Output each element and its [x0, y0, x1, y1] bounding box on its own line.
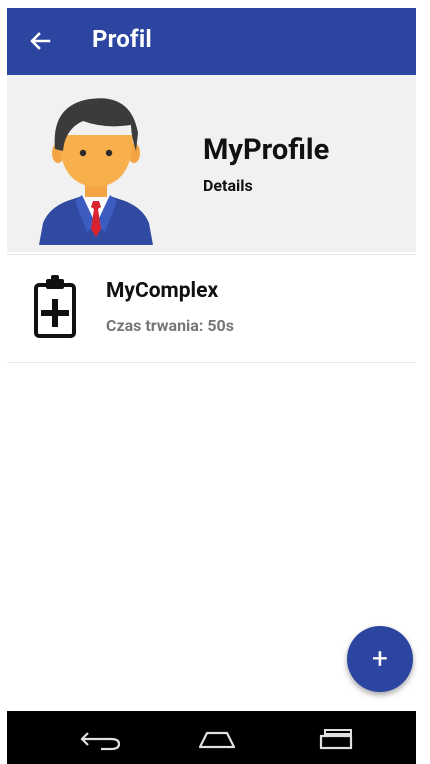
item-title: MyComplex — [106, 279, 219, 303]
arrow-left-icon — [30, 32, 51, 50]
profile-header: MyProfile Details — [7, 75, 416, 252]
nav-back-icon[interactable] — [79, 723, 123, 753]
navigation-bar — [7, 711, 416, 764]
nav-home-icon[interactable] — [195, 723, 239, 753]
person-avatar-icon — [39, 98, 153, 245]
page-title: Profil — [92, 25, 152, 53]
back-button[interactable] — [25, 26, 55, 56]
profile-details-link[interactable]: Details — [203, 176, 253, 195]
app-bar: Profil — [7, 8, 416, 75]
list-item[interactable]: MyComplex Czas trwania: 50s — [7, 254, 416, 363]
item-duration: Czas trwania: 50s — [106, 316, 234, 335]
clipboard-plus-icon — [34, 275, 76, 338]
profile-name: MyProfile — [203, 133, 330, 167]
nav-recents-icon[interactable] — [314, 723, 358, 753]
add-icon: + — [372, 642, 388, 675]
add-button[interactable]: + — [347, 626, 413, 692]
page-edge — [0, 0, 7, 764]
